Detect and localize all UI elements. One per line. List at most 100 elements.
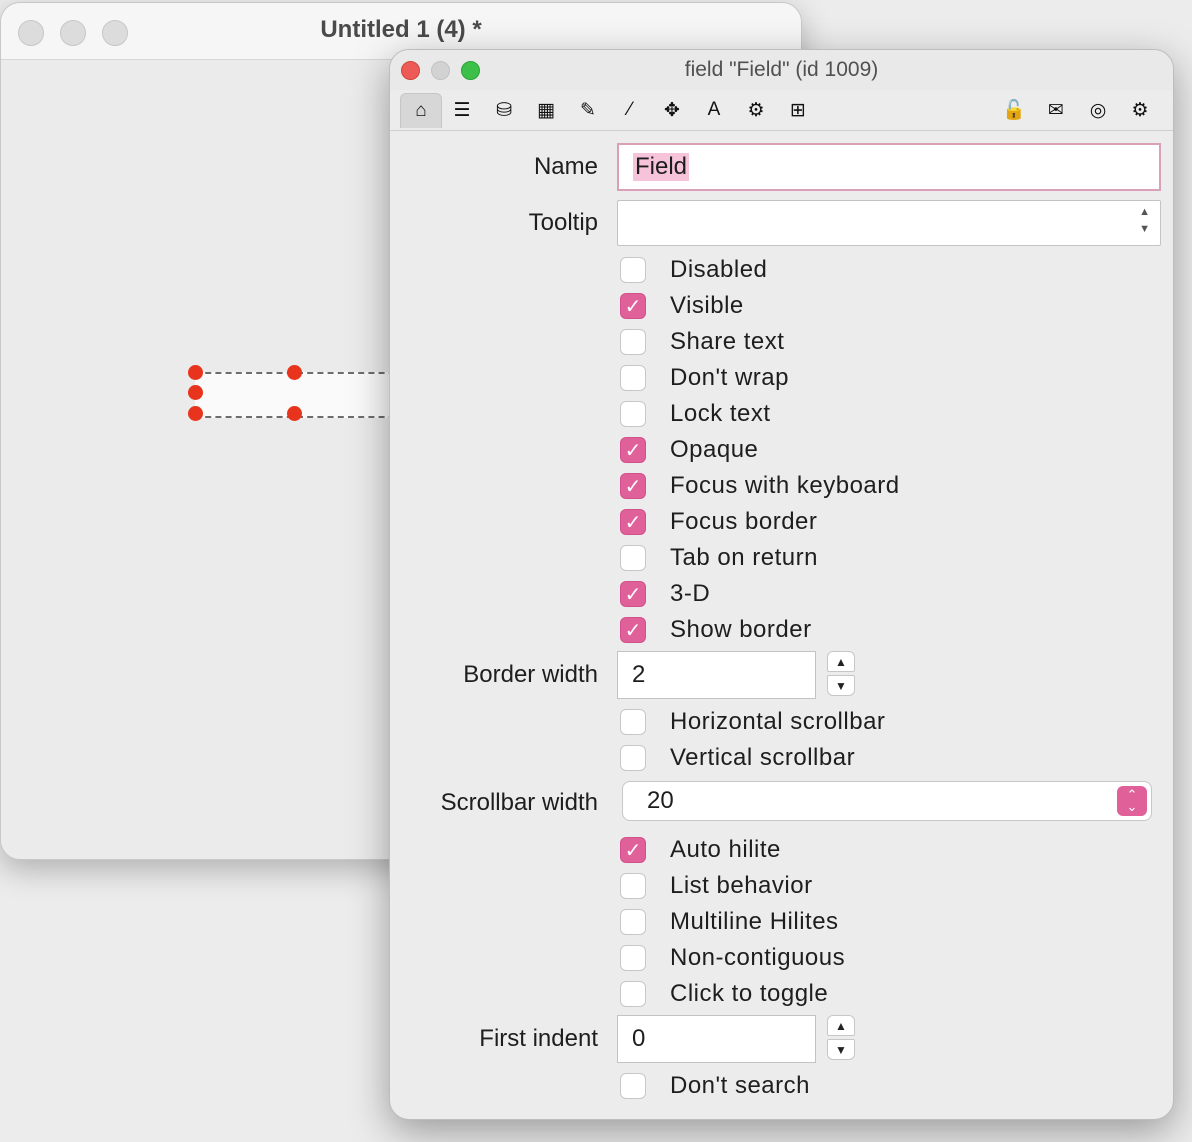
inspector-toolbar: ⌂ ☰ ⛁ ▦ ✎ ⁄ ✥ A ⚙ ⊞ 🔓 ✉ ◎ ⚙ xyxy=(390,90,1173,131)
checkbox-list-behavior[interactable] xyxy=(620,873,646,899)
checkbox-label: Share text xyxy=(670,328,785,355)
lock-icon[interactable]: 🔓 xyxy=(994,93,1034,127)
checkbox-3-d[interactable]: ✓ xyxy=(620,581,646,607)
checkbox-row-lock-text[interactable]: Lock text xyxy=(620,399,771,429)
resize-handle-top[interactable] xyxy=(287,365,302,380)
script-icon[interactable]: ✉ xyxy=(1036,93,1076,127)
checkbox-row-auto-hilite[interactable]: ✓ Auto hilite xyxy=(620,835,781,865)
checkbox-don-t-search[interactable] xyxy=(620,1073,646,1099)
checkbox-label: Non-contiguous xyxy=(670,944,846,971)
checkbox-row-don-t-search[interactable]: Don't search xyxy=(620,1071,810,1101)
checkbox-row-focus-border[interactable]: ✓ Focus border xyxy=(620,507,817,537)
resize-handle-top-left[interactable] xyxy=(188,365,203,380)
tooltip-scroll-arrows[interactable]: ▲ ▼ xyxy=(1139,204,1150,238)
checkbox-row-non-contiguous[interactable]: Non-contiguous xyxy=(620,943,845,973)
checkbox-label: Opaque xyxy=(670,436,759,463)
checkbox-row-share-text[interactable]: Share text xyxy=(620,327,784,357)
checkbox-lock-text[interactable] xyxy=(620,401,646,427)
tooltip-label: Tooltip xyxy=(528,209,598,236)
resize-handle-bottom-left[interactable] xyxy=(188,406,203,421)
checkbox-non-contiguous[interactable] xyxy=(620,945,646,971)
checkbox-label: Lock text xyxy=(670,400,771,427)
checkbox-row-show-border[interactable]: ✓ Show border xyxy=(620,615,812,645)
stepper-down-arrow-icon[interactable]: ▼ xyxy=(827,675,855,696)
move-icon[interactable]: ✥ xyxy=(652,93,692,127)
text-icon[interactable]: A xyxy=(694,93,734,127)
checkbox-row-3-d[interactable]: ✓ 3-D xyxy=(620,579,710,609)
checkbox-row-click-to-toggle[interactable]: Click to toggle xyxy=(620,979,828,1009)
checkbox-row-horizontal-scrollbar[interactable]: Horizontal scrollbar xyxy=(620,707,885,737)
checkbox-row-opaque[interactable]: ✓ Opaque xyxy=(620,435,758,465)
checkbox-label: 3-D xyxy=(670,580,711,607)
checkbox-label: Auto hilite xyxy=(670,836,781,863)
checkmark-icon: ✓ xyxy=(624,839,642,862)
inspector-title: field "Field" (id 1009) xyxy=(684,58,879,81)
settings-icon[interactable]: ⚙ xyxy=(1120,93,1160,127)
stepper-up-arrow-icon[interactable]: ▲ xyxy=(827,651,855,672)
target-icon[interactable]: ◎ xyxy=(1078,93,1118,127)
checkbox-row-list-behavior[interactable]: List behavior xyxy=(620,871,813,901)
scrollbar-width-value: 20 xyxy=(647,787,674,814)
checkmark-icon: ✓ xyxy=(624,295,642,318)
resize-icon[interactable]: ⊞ xyxy=(778,93,818,127)
checkbox-row-vertical-scrollbar[interactable]: Vertical scrollbar xyxy=(620,743,855,773)
checkbox-label: Horizontal scrollbar xyxy=(670,708,886,735)
pencil-icon[interactable]: ✎ xyxy=(568,93,608,127)
home-icon[interactable]: ⌂ xyxy=(400,93,442,128)
checkbox-label: Disabled xyxy=(670,256,768,283)
checkbox-disabled[interactable] xyxy=(620,257,646,283)
checkbox-opaque[interactable]: ✓ xyxy=(620,437,646,463)
document-title: Untitled 1 (4) * xyxy=(320,16,482,43)
checkbox-don-t-wrap[interactable] xyxy=(620,365,646,391)
first-indent-label: First indent xyxy=(479,1025,598,1052)
checkbox-row-tab-on-return[interactable]: Tab on return xyxy=(620,543,818,573)
checkbox-share-text[interactable] xyxy=(620,329,646,355)
database-icon[interactable]: ⛁ xyxy=(484,93,524,127)
checkbox-row-multiline-hilites[interactable]: Multiline Hilites xyxy=(620,907,839,937)
checkbox-label: Multiline Hilites xyxy=(670,908,839,935)
checkbox-show-border[interactable]: ✓ xyxy=(620,617,646,643)
first-indent-field[interactable]: 0 xyxy=(617,1015,816,1063)
border-width-label: Border width xyxy=(463,661,598,688)
first-indent-stepper[interactable]: ▲ ▼ xyxy=(827,1015,857,1061)
checkbox-vertical-scrollbar[interactable] xyxy=(620,745,646,771)
gears-icon[interactable]: ⚙ xyxy=(736,93,776,127)
border-width-value: 2 xyxy=(632,661,646,688)
checkbox-horizontal-scrollbar[interactable] xyxy=(620,709,646,735)
popup-chevrons-icon: ⌃ ⌄ xyxy=(1117,786,1147,816)
checkbox-row-don-t-wrap[interactable]: Don't wrap xyxy=(620,363,789,393)
checkbox-row-focus-with-keyboard[interactable]: ✓ Focus with keyboard xyxy=(620,471,900,501)
scrollbar-width-label: Scrollbar width xyxy=(440,789,598,816)
checkbox-row-disabled[interactable]: Disabled xyxy=(620,255,767,285)
stepper-up-arrow-icon[interactable]: ▲ xyxy=(827,1015,855,1036)
checkbox-label: Tab on return xyxy=(670,544,818,571)
checkbox-label: Don't search xyxy=(670,1072,810,1099)
tooltip-field[interactable]: ▲ ▼ xyxy=(617,200,1161,246)
checkbox-focus-border[interactable]: ✓ xyxy=(620,509,646,535)
name-field-value: Field xyxy=(633,153,690,181)
checkbox-label: Vertical scrollbar xyxy=(670,744,856,771)
checkmark-icon: ✓ xyxy=(624,439,642,462)
checkbox-multiline-hilites[interactable] xyxy=(620,909,646,935)
checkbox-row-visible[interactable]: ✓ Visible xyxy=(620,291,744,321)
checkbox-tab-on-return[interactable] xyxy=(620,545,646,571)
scrollbar-width-popup[interactable]: 20 ⌃ ⌄ xyxy=(622,781,1152,821)
stepper-down-arrow-icon[interactable]: ▼ xyxy=(827,1039,855,1060)
magic-wand-icon[interactable]: ⁄ xyxy=(610,93,650,127)
checkbox-label: Don't wrap xyxy=(670,364,789,391)
inspector-titlebar[interactable]: field "Field" (id 1009) xyxy=(390,50,1173,90)
checkbox-auto-hilite[interactable]: ✓ xyxy=(620,837,646,863)
checkbox-focus-with-keyboard[interactable]: ✓ xyxy=(620,473,646,499)
checkmark-icon: ✓ xyxy=(624,475,642,498)
resize-handle-bottom[interactable] xyxy=(287,406,302,421)
checkbox-label: List behavior xyxy=(670,872,813,899)
list-icon[interactable]: ☰ xyxy=(442,93,482,127)
border-width-field[interactable]: 2 xyxy=(617,651,816,699)
border-width-stepper[interactable]: ▲ ▼ xyxy=(827,651,857,697)
name-field[interactable]: Field xyxy=(617,143,1161,191)
checkbox-visible[interactable]: ✓ xyxy=(620,293,646,319)
checkmark-icon: ✓ xyxy=(624,511,642,534)
table-icon[interactable]: ▦ xyxy=(526,93,566,127)
checkbox-click-to-toggle[interactable] xyxy=(620,981,646,1007)
resize-handle-left[interactable] xyxy=(188,385,203,400)
